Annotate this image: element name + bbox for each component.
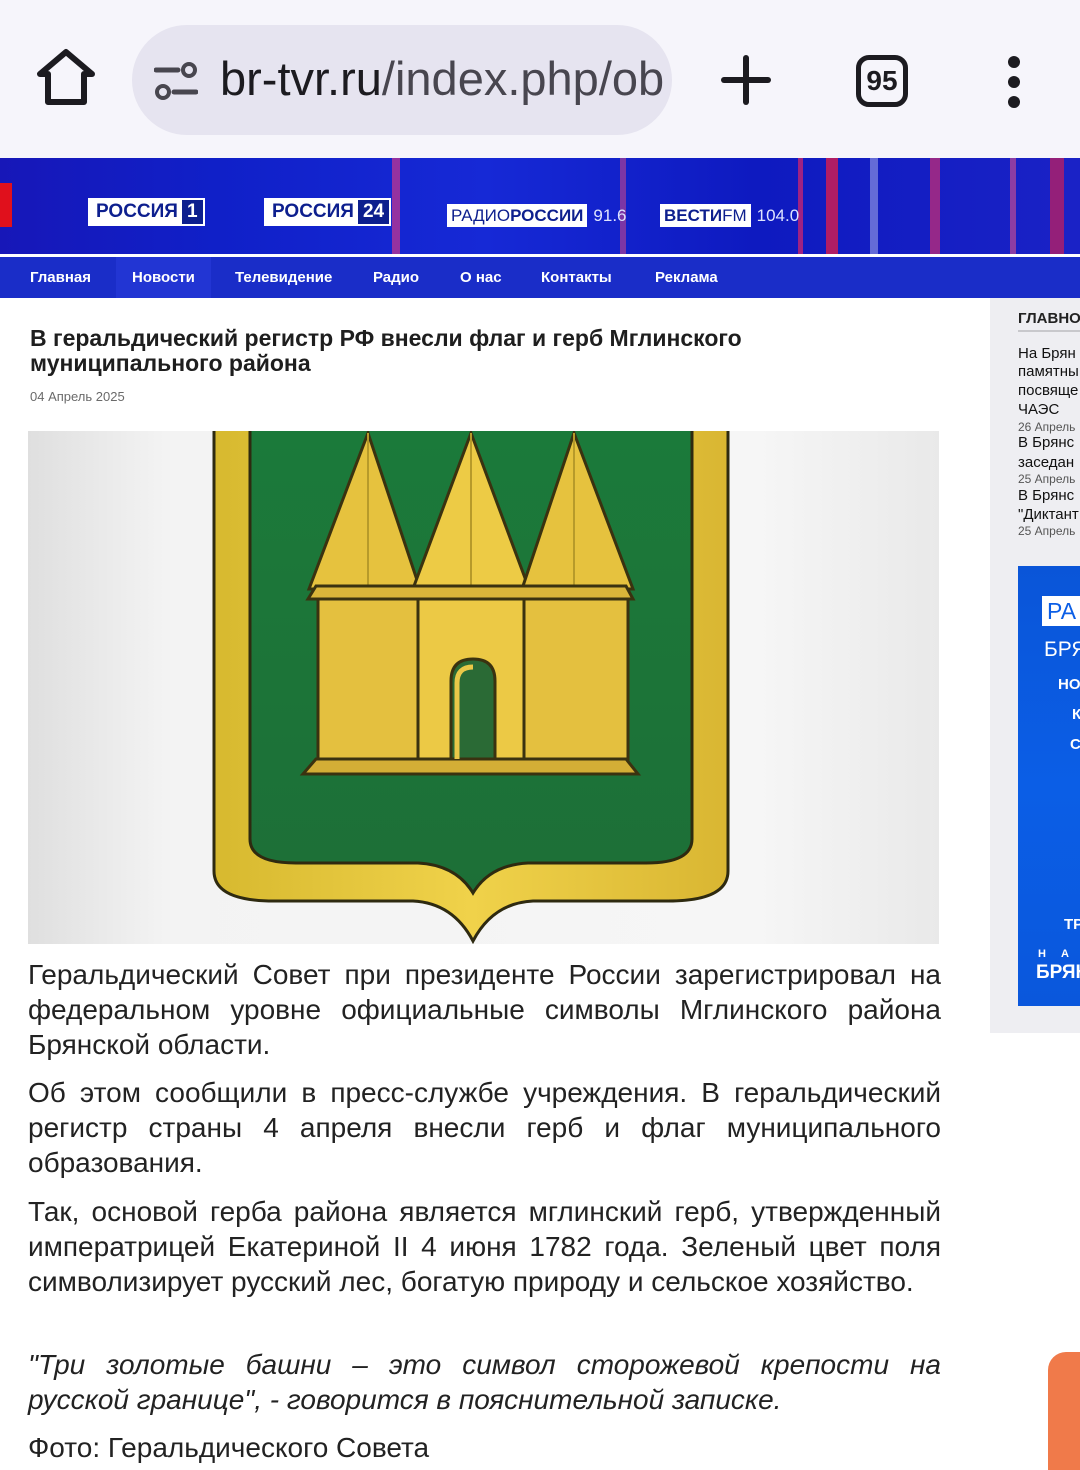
radio-russia-logo[interactable]: РАДИОРОССИИ 91.6 (447, 204, 627, 227)
russia24-num: 24 (357, 200, 390, 224)
nav-item-home[interactable]: Главная (30, 257, 91, 298)
url-text[interactable]: br-tvr.ru/index.php/ob (220, 51, 664, 106)
sidebar-news-1-line-4[interactable]: ЧАЭС (1018, 401, 1059, 419)
banner-ra-label: РА (1042, 596, 1080, 626)
sidebar-news-1-date: 26 Апрель (1018, 420, 1076, 434)
banner-na-label: Н А (1038, 948, 1075, 960)
russia1-logo[interactable]: РОССИЯ 1 (88, 198, 205, 226)
nav-item-news[interactable]: Новости (116, 257, 211, 298)
sidebar-news-1-line-3[interactable]: посвяще (1018, 382, 1078, 400)
sidebar-heading: ГЛАВНО (1018, 310, 1080, 332)
nav-item-radio[interactable]: Радио (373, 257, 419, 298)
vesti-logo-b: FM (722, 206, 747, 225)
sidebar-news-1-line-2[interactable]: памятны (1018, 363, 1079, 381)
photo-credit: Фото: Геральдического Совета (28, 1432, 430, 1463)
banner-item-2: К (1072, 706, 1080, 723)
article-photo-coat-of-arms (28, 431, 939, 944)
article-quote: "Три золотые башни – это символ сторожев… (28, 1349, 941, 1415)
main-nav: Главная Новости Телевидение Радио О нас … (0, 254, 1080, 298)
russia24-logo[interactable]: РОССИЯ 24 (264, 198, 392, 226)
article-paragraph-1: Геральдический Совет при президенте Росс… (28, 959, 941, 1060)
tab-switcher-icon[interactable]: 95 (856, 55, 908, 107)
banner-tr-label: ТР (1064, 916, 1080, 933)
banner-item-3: С (1070, 736, 1080, 753)
radio-logo-a: РАДИО (451, 206, 511, 225)
url-path: /index.php/ob (381, 52, 665, 105)
url-host: br-tvr.ru (220, 52, 382, 105)
sidebar-news-3-line-2[interactable]: "Диктант (1018, 506, 1079, 524)
nav-item-about[interactable]: О нас (460, 257, 502, 298)
sidebar-news-3-date: 25 Апрель (1018, 524, 1076, 538)
site-settings-icon[interactable] (153, 61, 199, 101)
article-paragraph-3: Так, основой герба района является мглин… (28, 1196, 941, 1297)
article-paragraph-2: Об этом сообщили в пресс-службе учрежден… (28, 1077, 941, 1178)
article-title: В геральдический регистр РФ внесли флаг … (30, 325, 742, 376)
home-icon[interactable] (34, 46, 98, 110)
banner-bryan-label: БРЯН (1036, 962, 1080, 983)
vesti-freq: 104.0 (756, 206, 800, 225)
banner-item-1: НО (1058, 676, 1080, 693)
radio-logo-b: РОССИИ (510, 206, 584, 225)
vesti-logo-a: ВЕСТИ (664, 206, 723, 225)
sidebar-news-2-date: 25 Апрель (1018, 472, 1076, 486)
sidebar-news-2-line-2[interactable]: заседан (1018, 454, 1074, 472)
banner-bry-label: БРЯ (1044, 638, 1080, 661)
nav-item-contacts[interactable]: Контакты (541, 257, 612, 298)
sidebar-news-2-line-1[interactable]: В Брянс (1018, 434, 1074, 452)
scroll-edge-handle[interactable] (1048, 1352, 1080, 1470)
article-date: 04 Апрель 2025 (30, 389, 125, 404)
radio-freq: 91.6 (593, 206, 627, 225)
new-tab-icon[interactable] (718, 52, 774, 108)
red-accent-tab (0, 183, 12, 227)
sidebar-news-3-line-1[interactable]: В Брянс (1018, 487, 1074, 505)
more-menu-icon[interactable] (1004, 56, 1024, 108)
sidebar: ГЛАВНО На Брян памятны посвяще ЧАЭС 26 А… (990, 298, 1080, 1033)
russia1-num: 1 (181, 200, 203, 224)
vesti-fm-logo[interactable]: ВЕСТИFM 104.0 (660, 204, 800, 227)
radio-banner[interactable]: РА БРЯ НО К С ТР Н А БРЯН (1018, 566, 1080, 1006)
nav-item-tv[interactable]: Телевидение (235, 257, 332, 298)
russia1-text: РОССИЯ (96, 201, 178, 222)
browser-toolbar: br-tvr.ru/index.php/ob 95 (0, 0, 1080, 158)
russia24-text: РОССИЯ (272, 201, 354, 222)
sidebar-news-1-line-1[interactable]: На Брян (1018, 345, 1076, 363)
nav-item-ads[interactable]: Реклама (655, 257, 718, 298)
address-bar[interactable]: br-tvr.ru/index.php/ob (132, 25, 672, 135)
